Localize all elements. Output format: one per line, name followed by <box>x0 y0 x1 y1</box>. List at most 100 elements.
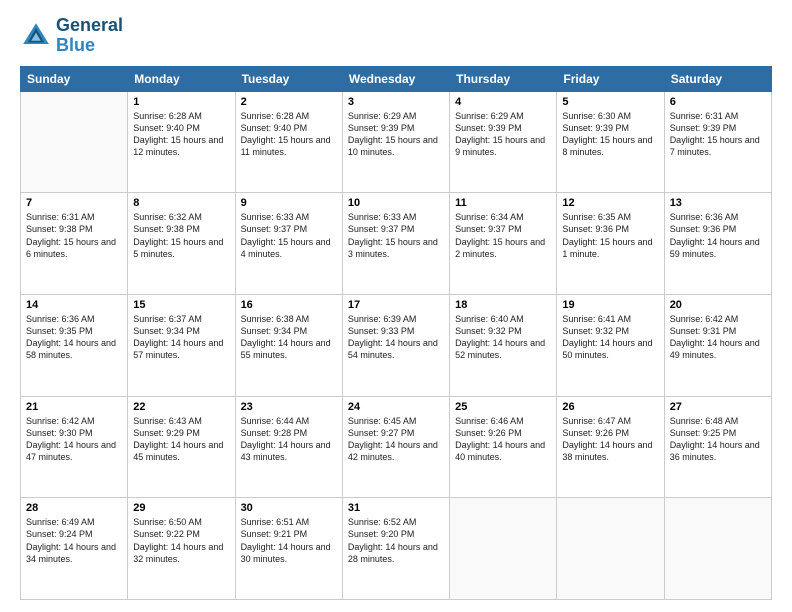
day-number: 18 <box>455 299 551 311</box>
calendar-cell: 29 Sunrise: 6:50 AMSunset: 9:22 PMDayligh… <box>128 498 235 600</box>
calendar-cell: 31 Sunrise: 6:52 AMSunset: 9:20 PMDayligh… <box>342 498 449 600</box>
day-header-friday: Friday <box>557 66 664 91</box>
cell-info: Sunrise: 6:48 AMSunset: 9:25 PMDaylight:… <box>670 415 766 464</box>
calendar-cell: 7 Sunrise: 6:31 AMSunset: 9:38 PMDaylight… <box>21 193 128 295</box>
day-number: 3 <box>348 96 444 108</box>
calendar-cell: 14 Sunrise: 6:36 AMSunset: 9:35 PMDayligh… <box>21 294 128 396</box>
day-number: 25 <box>455 401 551 413</box>
cell-info: Sunrise: 6:47 AMSunset: 9:26 PMDaylight:… <box>562 415 658 464</box>
day-number: 26 <box>562 401 658 413</box>
cell-info: Sunrise: 6:50 AMSunset: 9:22 PMDaylight:… <box>133 516 229 565</box>
cell-info: Sunrise: 6:28 AMSunset: 9:40 PMDaylight:… <box>241 110 337 159</box>
calendar-cell: 13 Sunrise: 6:36 AMSunset: 9:36 PMDayligh… <box>664 193 771 295</box>
calendar-cell: 16 Sunrise: 6:38 AMSunset: 9:34 PMDayligh… <box>235 294 342 396</box>
logo-text: General Blue <box>56 16 123 56</box>
cell-info: Sunrise: 6:32 AMSunset: 9:38 PMDaylight:… <box>133 211 229 260</box>
logo-icon <box>20 20 52 52</box>
calendar-cell: 11 Sunrise: 6:34 AMSunset: 9:37 PMDayligh… <box>450 193 557 295</box>
calendar-cell: 8 Sunrise: 6:32 AMSunset: 9:38 PMDaylight… <box>128 193 235 295</box>
day-number: 22 <box>133 401 229 413</box>
cell-info: Sunrise: 6:35 AMSunset: 9:36 PMDaylight:… <box>562 211 658 260</box>
cell-info: Sunrise: 6:41 AMSunset: 9:32 PMDaylight:… <box>562 313 658 362</box>
cell-info: Sunrise: 6:30 AMSunset: 9:39 PMDaylight:… <box>562 110 658 159</box>
calendar-week-row: 14 Sunrise: 6:36 AMSunset: 9:35 PMDayligh… <box>21 294 772 396</box>
calendar-cell: 23 Sunrise: 6:44 AMSunset: 9:28 PMDayligh… <box>235 396 342 498</box>
calendar-cell: 10 Sunrise: 6:33 AMSunset: 9:37 PMDayligh… <box>342 193 449 295</box>
cell-info: Sunrise: 6:36 AMSunset: 9:36 PMDaylight:… <box>670 211 766 260</box>
calendar-cell: 17 Sunrise: 6:39 AMSunset: 9:33 PMDayligh… <box>342 294 449 396</box>
day-number: 8 <box>133 197 229 209</box>
calendar-week-row: 21 Sunrise: 6:42 AMSunset: 9:30 PMDayligh… <box>21 396 772 498</box>
cell-info: Sunrise: 6:49 AMSunset: 9:24 PMDaylight:… <box>26 516 122 565</box>
day-header-monday: Monday <box>128 66 235 91</box>
day-number: 27 <box>670 401 766 413</box>
cell-info: Sunrise: 6:39 AMSunset: 9:33 PMDaylight:… <box>348 313 444 362</box>
cell-info: Sunrise: 6:44 AMSunset: 9:28 PMDaylight:… <box>241 415 337 464</box>
day-number: 5 <box>562 96 658 108</box>
cell-info: Sunrise: 6:37 AMSunset: 9:34 PMDaylight:… <box>133 313 229 362</box>
day-header-tuesday: Tuesday <box>235 66 342 91</box>
calendar-cell: 3 Sunrise: 6:29 AMSunset: 9:39 PMDaylight… <box>342 91 449 193</box>
day-header-sunday: Sunday <box>21 66 128 91</box>
day-number: 31 <box>348 502 444 514</box>
calendar-week-row: 1 Sunrise: 6:28 AMSunset: 9:40 PMDaylight… <box>21 91 772 193</box>
day-number: 30 <box>241 502 337 514</box>
day-number: 7 <box>26 197 122 209</box>
calendar-cell: 19 Sunrise: 6:41 AMSunset: 9:32 PMDayligh… <box>557 294 664 396</box>
calendar-cell: 25Sunrise: 6:46 AMSunset: 9:26 PMDayligh… <box>450 396 557 498</box>
calendar-week-row: 28Sunrise: 6:49 AMSunset: 9:24 PMDayligh… <box>21 498 772 600</box>
calendar-cell <box>664 498 771 600</box>
day-number: 16 <box>241 299 337 311</box>
calendar-table: SundayMondayTuesdayWednesdayThursdayFrid… <box>20 66 772 600</box>
calendar-cell: 22 Sunrise: 6:43 AMSunset: 9:29 PMDayligh… <box>128 396 235 498</box>
cell-info: Sunrise: 6:38 AMSunset: 9:34 PMDaylight:… <box>241 313 337 362</box>
cell-info: Sunrise: 6:31 AMSunset: 9:38 PMDaylight:… <box>26 211 122 260</box>
calendar-cell: 30 Sunrise: 6:51 AMSunset: 9:21 PMDayligh… <box>235 498 342 600</box>
day-number: 4 <box>455 96 551 108</box>
calendar-cell: 21 Sunrise: 6:42 AMSunset: 9:30 PMDayligh… <box>21 396 128 498</box>
calendar-cell: 28Sunrise: 6:49 AMSunset: 9:24 PMDayligh… <box>21 498 128 600</box>
calendar-cell: 20Sunrise: 6:42 AMSunset: 9:31 PMDayligh… <box>664 294 771 396</box>
calendar-cell: 26 Sunrise: 6:47 AMSunset: 9:26 PMDayligh… <box>557 396 664 498</box>
cell-info: Sunrise: 6:51 AMSunset: 9:21 PMDaylight:… <box>241 516 337 565</box>
calendar-cell <box>557 498 664 600</box>
calendar-cell: 1Sunrise: 6:28 AMSunset: 9:40 PMDaylight… <box>128 91 235 193</box>
day-number: 12 <box>562 197 658 209</box>
page: General Blue SundayMondayTuesdayWednesda… <box>0 0 792 612</box>
calendar-cell: 24 Sunrise: 6:45 AMSunset: 9:27 PMDayligh… <box>342 396 449 498</box>
cell-info: Sunrise: 6:31 AMSunset: 9:39 PMDaylight:… <box>670 110 766 159</box>
day-number: 17 <box>348 299 444 311</box>
calendar-cell: 4Sunrise: 6:29 AMSunset: 9:39 PMDaylight… <box>450 91 557 193</box>
day-number: 13 <box>670 197 766 209</box>
cell-info: Sunrise: 6:33 AMSunset: 9:37 PMDaylight:… <box>348 211 444 260</box>
calendar-cell: 12 Sunrise: 6:35 AMSunset: 9:36 PMDayligh… <box>557 193 664 295</box>
day-number: 1 <box>133 96 229 108</box>
logo: General Blue <box>20 16 123 56</box>
cell-info: Sunrise: 6:29 AMSunset: 9:39 PMDaylight:… <box>348 110 444 159</box>
day-number: 2 <box>241 96 337 108</box>
cell-info: Sunrise: 6:42 AMSunset: 9:31 PMDaylight:… <box>670 313 766 362</box>
calendar-cell: 6Sunrise: 6:31 AMSunset: 9:39 PMDaylight… <box>664 91 771 193</box>
calendar-week-row: 7 Sunrise: 6:31 AMSunset: 9:38 PMDaylight… <box>21 193 772 295</box>
day-number: 11 <box>455 197 551 209</box>
day-number: 14 <box>26 299 122 311</box>
day-number: 21 <box>26 401 122 413</box>
cell-info: Sunrise: 6:52 AMSunset: 9:20 PMDaylight:… <box>348 516 444 565</box>
calendar-cell: 9 Sunrise: 6:33 AMSunset: 9:37 PMDaylight… <box>235 193 342 295</box>
cell-info: Sunrise: 6:33 AMSunset: 9:37 PMDaylight:… <box>241 211 337 260</box>
cell-info: Sunrise: 6:42 AMSunset: 9:30 PMDaylight:… <box>26 415 122 464</box>
calendar-cell: 18Sunrise: 6:40 AMSunset: 9:32 PMDayligh… <box>450 294 557 396</box>
calendar-cell <box>450 498 557 600</box>
day-header-saturday: Saturday <box>664 66 771 91</box>
day-number: 29 <box>133 502 229 514</box>
day-number: 10 <box>348 197 444 209</box>
cell-info: Sunrise: 6:45 AMSunset: 9:27 PMDaylight:… <box>348 415 444 464</box>
cell-info: Sunrise: 6:36 AMSunset: 9:35 PMDaylight:… <box>26 313 122 362</box>
day-number: 24 <box>348 401 444 413</box>
cell-info: Sunrise: 6:43 AMSunset: 9:29 PMDaylight:… <box>133 415 229 464</box>
cell-info: Sunrise: 6:34 AMSunset: 9:37 PMDaylight:… <box>455 211 551 260</box>
day-number: 23 <box>241 401 337 413</box>
calendar-header-row: SundayMondayTuesdayWednesdayThursdayFrid… <box>21 66 772 91</box>
day-number: 19 <box>562 299 658 311</box>
day-number: 9 <box>241 197 337 209</box>
